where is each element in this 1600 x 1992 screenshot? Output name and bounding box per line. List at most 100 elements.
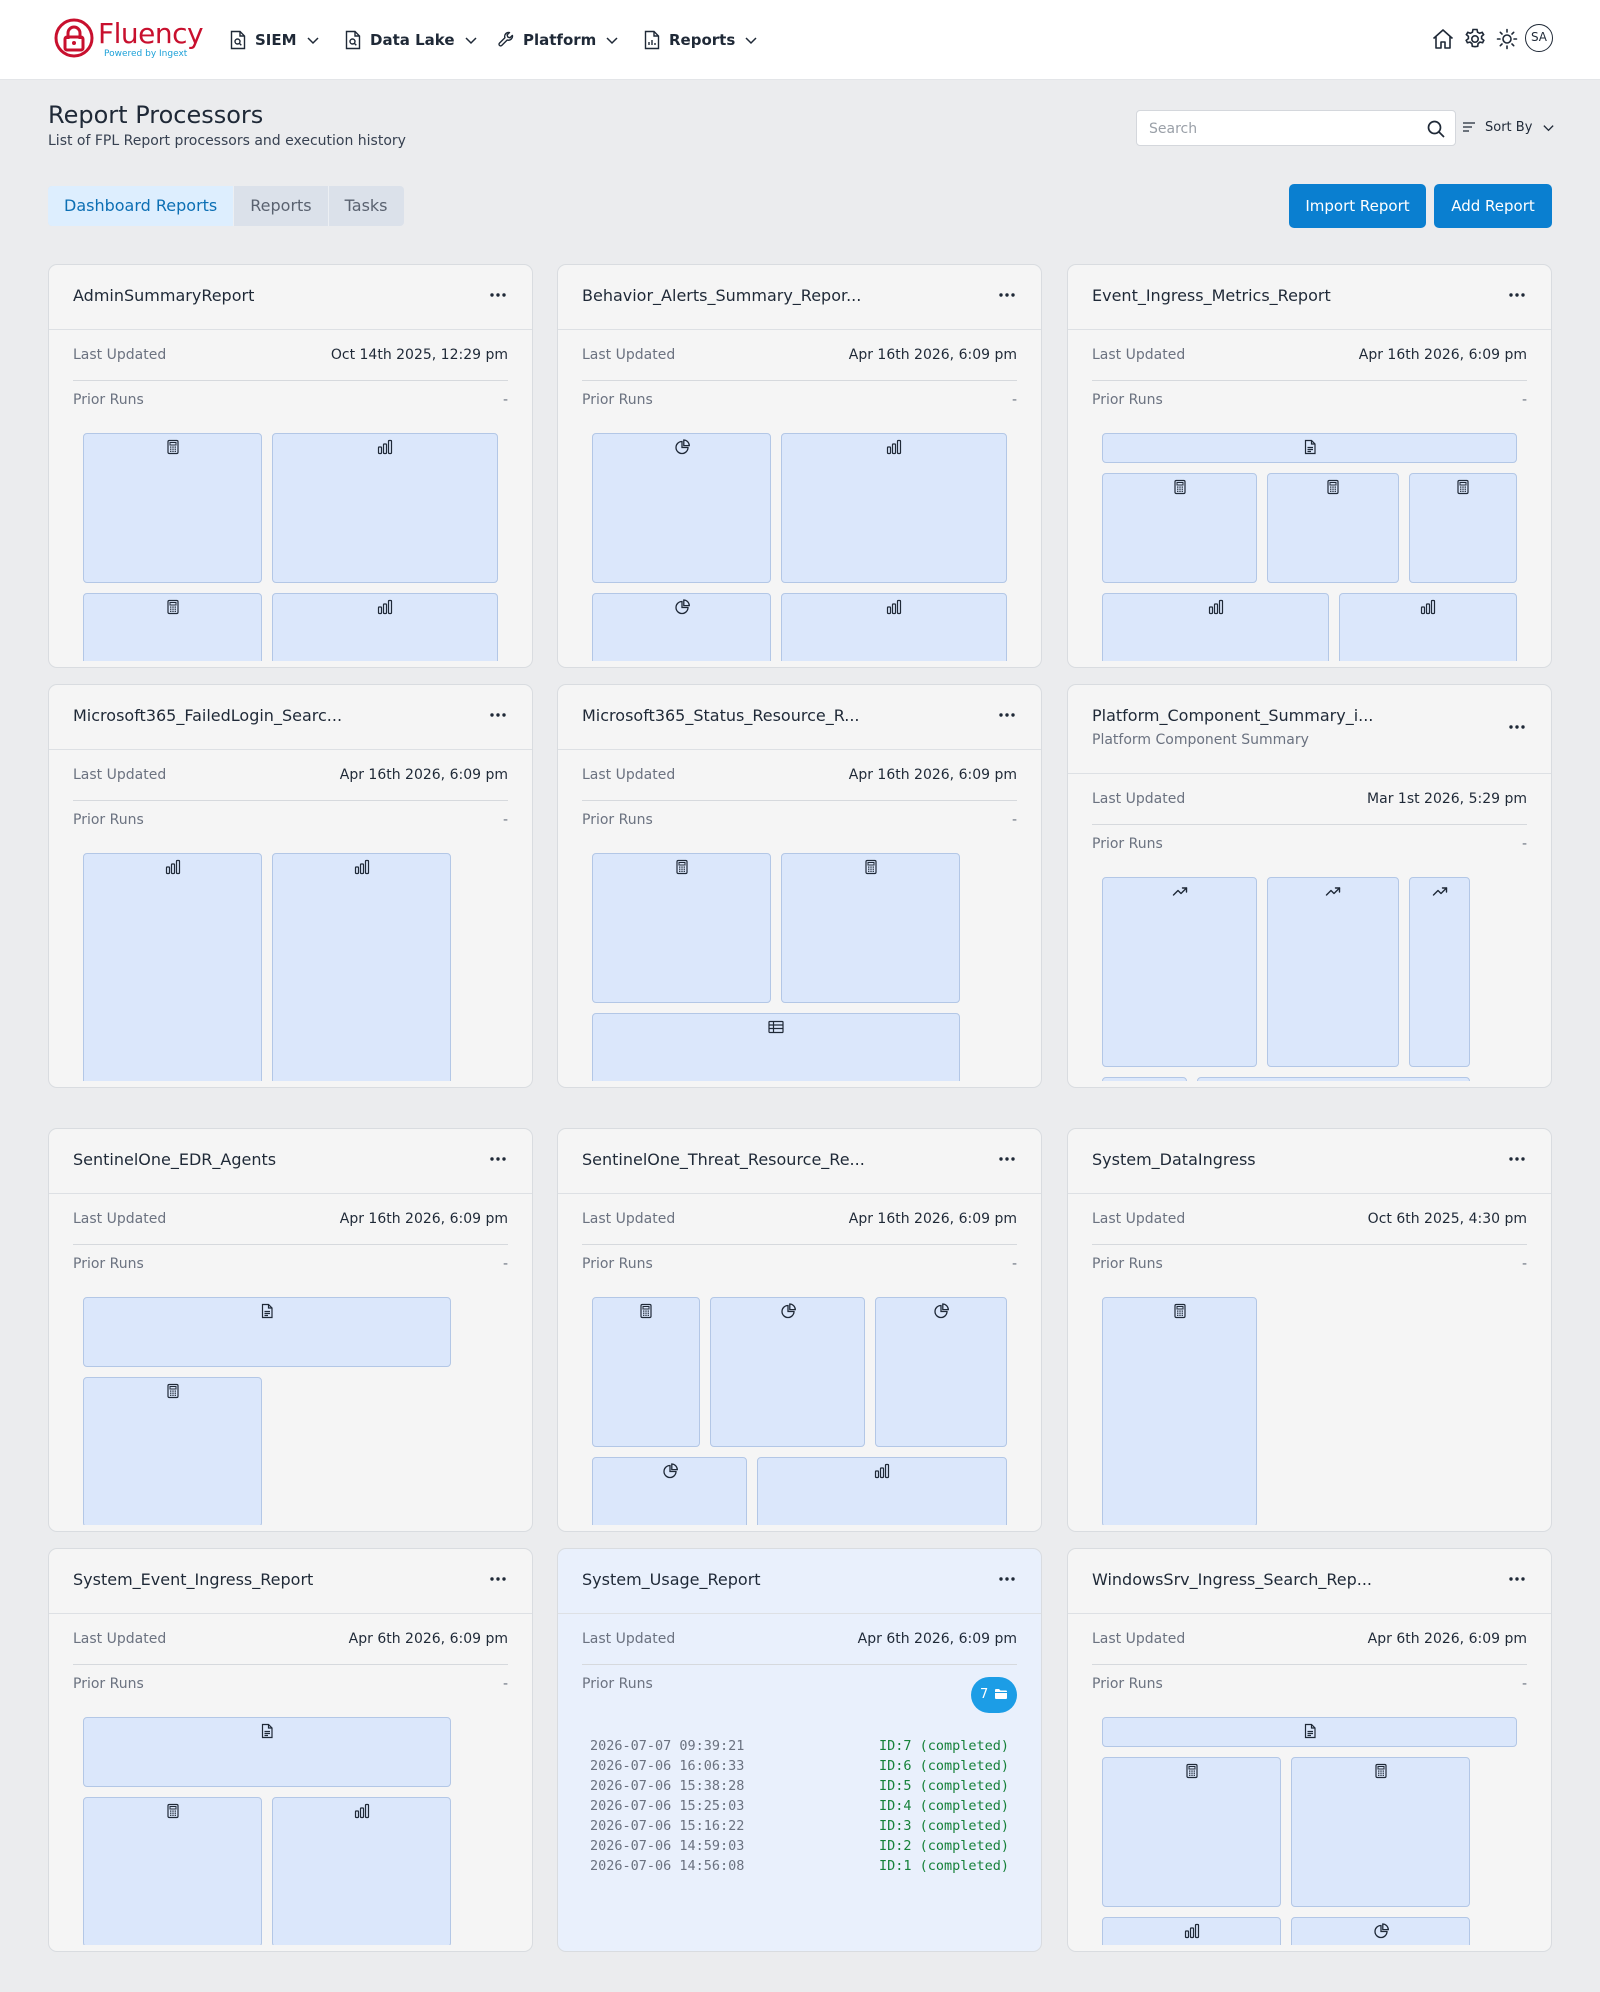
widget-tile[interactable] [83,593,262,661]
prior-run-row[interactable]: 2026-07-06 15:25:03 ID:4 (completed) [590,1796,1009,1816]
widget-tile[interactable] [1102,1757,1281,1907]
home-icon[interactable] [1430,26,1456,52]
more-options-button[interactable] [1505,285,1529,305]
widget-tile[interactable] [592,593,771,661]
widget-tile[interactable] [1291,1757,1470,1907]
prior-run-row[interactable]: 2026-07-06 14:56:08 ID:1 (completed) [590,1856,1009,1876]
report-card-title[interactable]: SentinelOne_EDR_Agents [73,1150,276,1169]
report-card[interactable]: Platform_Component_Summary_i... Platform … [1067,684,1552,1088]
prior-run-row[interactable]: 2026-07-06 16:06:33 ID:6 (completed) [590,1756,1009,1776]
sort-by-dropdown[interactable]: Sort By [1462,117,1555,137]
nav-data-lake[interactable]: Data Lake [344,26,478,54]
report-card[interactable]: System_Usage_Report Last Updated Apr 6th 2… [557,1548,1042,1952]
widget-tile[interactable] [83,853,262,1081]
widget-tile[interactable] [757,1457,1007,1525]
more-options-button[interactable] [486,705,510,725]
more-options-button[interactable] [995,1149,1019,1169]
more-options-button[interactable] [995,285,1019,305]
widget-tile[interactable] [272,433,498,583]
user-avatar[interactable]: SA [1525,24,1553,52]
sun-icon[interactable] [1494,26,1520,52]
tab-reports[interactable]: Reports [234,186,329,226]
report-card[interactable]: SentinelOne_EDR_Agents Last Updated Apr 16… [48,1128,533,1532]
widget-tile[interactable] [83,1297,451,1367]
report-card[interactable]: WindowsSrv_Ingress_Search_Rep... Last Upd… [1067,1548,1552,1952]
more-options-button[interactable] [486,1569,510,1589]
more-options-button[interactable] [995,705,1019,725]
prior-runs-badge[interactable]: 7 [971,1677,1017,1713]
widget-tile[interactable] [272,853,451,1081]
widget-tile[interactable] [83,1377,262,1525]
report-card[interactable]: Microsoft365_FailedLogin_Searc... Last Up… [48,684,533,1088]
prior-run-row[interactable]: 2026-07-06 15:16:22 ID:3 (completed) [590,1816,1009,1836]
report-card-title[interactable]: WindowsSrv_Ingress_Search_Rep... [1092,1570,1372,1589]
nav-reports[interactable]: Reports [643,26,758,54]
widget-tile[interactable] [83,1717,451,1787]
more-options-button[interactable] [1505,1569,1529,1589]
report-card[interactable]: Event_Ingress_Metrics_Report Last Updated… [1067,264,1552,668]
widget-tile[interactable] [1102,1077,1187,1081]
prior-run-row[interactable]: 2026-07-07 09:39:21 ID:7 (completed) [590,1736,1009,1756]
nav-siem[interactable]: SIEM [229,26,320,54]
widget-tile[interactable] [592,853,771,1003]
more-options-button[interactable] [486,285,510,305]
widget-tile[interactable] [1197,1077,1470,1081]
import-report-button[interactable]: Import Report [1289,184,1426,228]
more-options-button[interactable] [486,1149,510,1169]
more-options-button[interactable] [1505,1149,1529,1169]
tab-dashboard-reports[interactable]: Dashboard Reports [48,186,235,226]
widget-tile[interactable] [1267,473,1399,583]
widget-tile[interactable] [592,1457,747,1525]
widget-tile[interactable] [1102,473,1257,583]
widget-tile[interactable] [1267,877,1399,1067]
report-card[interactable]: System_Event_Ingress_Report Last Updated A… [48,1548,533,1952]
widget-tile[interactable] [1339,593,1517,661]
widget-tile[interactable] [1102,433,1517,463]
widget-tile[interactable] [1409,473,1517,583]
widget-tile[interactable] [781,433,1007,583]
widget-tile[interactable] [1102,1297,1257,1525]
widget-tile[interactable] [83,1797,262,1945]
tab-tasks[interactable]: Tasks [329,186,404,226]
report-card-title[interactable]: SentinelOne_Threat_Resource_Re... [582,1150,865,1169]
gear-icon[interactable] [1462,26,1488,52]
widget-tile[interactable] [83,433,262,583]
more-options-button[interactable] [1505,717,1529,737]
widget-tile[interactable] [592,1297,700,1447]
widget-tile[interactable] [1291,1917,1470,1945]
search-input[interactable] [1149,118,1419,140]
report-card-title[interactable]: System_Event_Ingress_Report [73,1570,313,1589]
widget-tile[interactable] [875,1297,1007,1447]
report-card[interactable]: AdminSummaryReport Last Updated Oct 14th 2… [48,264,533,668]
report-card[interactable]: System_DataIngress Last Updated Oct 6th 20… [1067,1128,1552,1532]
report-card-title[interactable]: AdminSummaryReport [73,286,254,305]
widget-tile[interactable] [1102,1917,1281,1945]
widget-tile[interactable] [272,593,498,661]
add-report-button[interactable]: Add Report [1434,184,1552,228]
report-card[interactable]: SentinelOne_Threat_Resource_Re... Last Up… [557,1128,1042,1532]
widget-tile[interactable] [781,853,960,1003]
nav-platform[interactable]: Platform [497,26,619,54]
report-card-title[interactable]: Microsoft365_FailedLogin_Searc... [73,706,342,725]
report-card-title[interactable]: Microsoft365_Status_Resource_R... [582,706,860,725]
widget-tile[interactable] [592,1013,960,1081]
prior-run-row[interactable]: 2026-07-06 15:38:28 ID:5 (completed) [590,1776,1009,1796]
search-icon[interactable] [1426,119,1446,139]
widget-tile[interactable] [710,1297,865,1447]
brand-logo[interactable]: Fluency Powered by Ingext [54,17,204,62]
widget-tile[interactable] [1409,877,1470,1067]
report-card[interactable]: Behavior_Alerts_Summary_Repor... Last Upd… [557,264,1042,668]
widget-tile[interactable] [1102,1717,1517,1747]
report-card-title[interactable]: System_DataIngress [1092,1150,1256,1169]
widget-tile[interactable] [1102,877,1257,1067]
more-options-button[interactable] [995,1569,1019,1589]
report-card-title[interactable]: Behavior_Alerts_Summary_Repor... [582,286,861,305]
report-card-title[interactable]: Event_Ingress_Metrics_Report [1092,286,1331,305]
widget-tile[interactable] [592,433,771,583]
widget-tile[interactable] [272,1797,451,1945]
report-card-title[interactable]: Platform_Component_Summary_i... [1092,706,1373,725]
widget-tile[interactable] [1102,593,1329,661]
report-card[interactable]: Microsoft365_Status_Resource_R... Last Up… [557,684,1042,1088]
prior-run-row[interactable]: 2026-07-06 14:59:03 ID:2 (completed) [590,1836,1009,1856]
report-card-title[interactable]: System_Usage_Report [582,1570,761,1589]
